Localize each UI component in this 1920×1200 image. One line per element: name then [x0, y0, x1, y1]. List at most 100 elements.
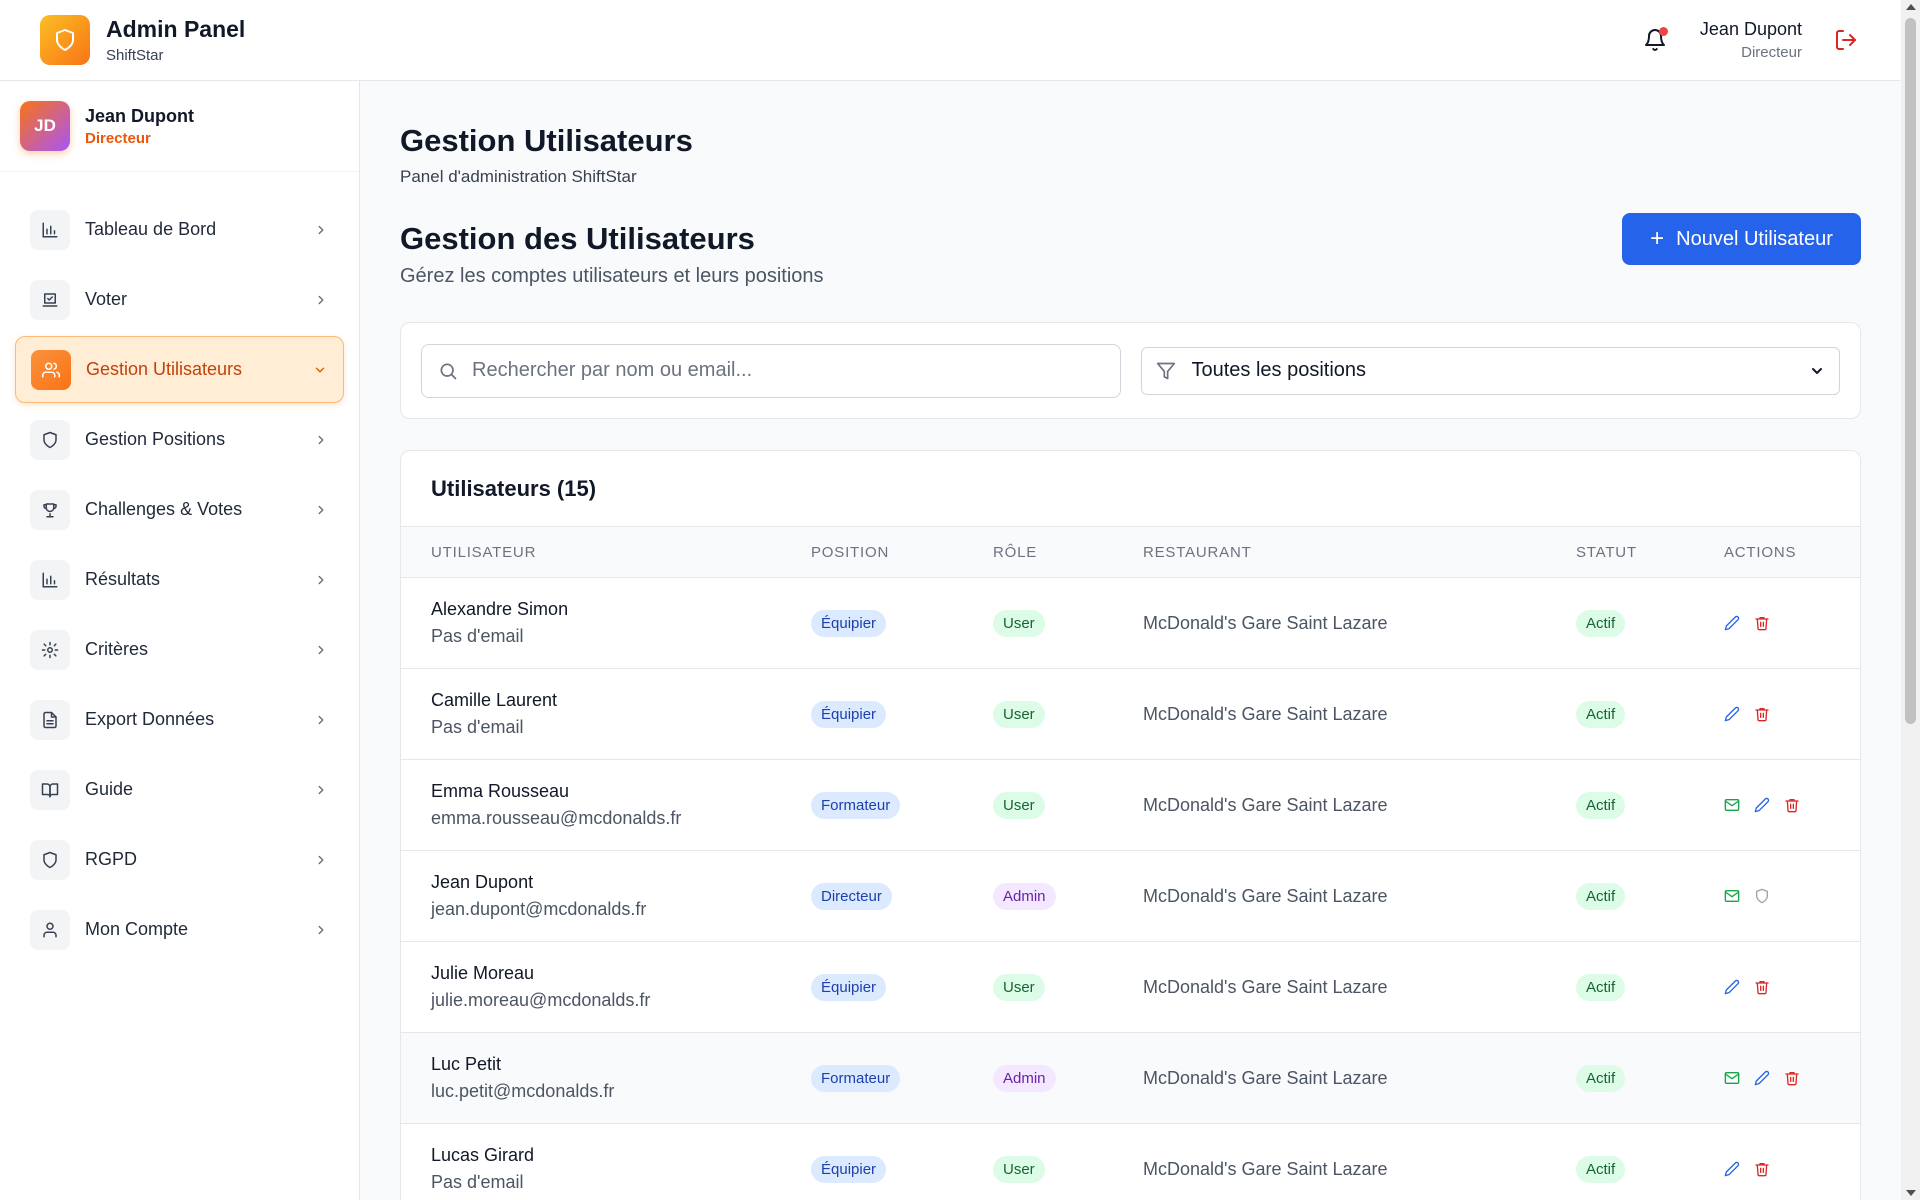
user-name: Camille Laurent: [431, 690, 558, 710]
sidebar-item-mon-compte[interactable]: Mon Compte: [15, 896, 344, 963]
actions-cell: [1724, 615, 1860, 631]
edit-button[interactable]: [1724, 706, 1740, 722]
sidebar-item-challenges-votes[interactable]: Challenges & Votes: [15, 476, 344, 543]
trash-icon: [1755, 981, 1769, 995]
chevron-right-icon: [313, 292, 329, 308]
delete-button[interactable]: [1754, 1161, 1770, 1177]
sidebar-item-label: Guide: [85, 779, 134, 799]
position-cell: Équipier: [811, 700, 993, 728]
column-header-position: POSITION: [811, 543, 890, 561]
position-cell: Équipier: [811, 1155, 993, 1183]
sidebar-item-gestion-utilisateurs[interactable]: Gestion Utilisateurs: [15, 336, 344, 403]
delete-button[interactable]: [1754, 979, 1770, 995]
pencil-icon: [1724, 979, 1740, 995]
user-email: jean.dupont@mcdonalds.fr: [431, 899, 647, 919]
position-badge: Équipier: [811, 973, 887, 1001]
delete-button[interactable]: [1754, 706, 1770, 722]
actions-cell: [1724, 706, 1860, 722]
status-badge: Actif: [1576, 609, 1626, 637]
profile-name: Jean Dupont: [85, 105, 195, 126]
chevron-down-icon: [1812, 367, 1822, 374]
sidebar-item-gestion-positions[interactable]: Gestion Positions: [15, 406, 344, 473]
sidebar-item-export-donnees[interactable]: Export Données: [15, 686, 344, 753]
edit-button[interactable]: [1754, 1070, 1770, 1086]
users-icon: [31, 349, 71, 390]
users-table: Utilisateurs (15) UTILISATEUR POSITION R…: [400, 450, 1861, 1200]
table-row: Jean Dupont jean.dupont@mcdonalds.fr Dir…: [401, 850, 1860, 941]
mail-icon: [1724, 1072, 1740, 1084]
user-cell: Lucas Girard Pas d'email: [431, 1145, 811, 1193]
edit-button[interactable]: [1754, 797, 1770, 813]
protected-user-indicator: [1754, 888, 1770, 904]
sidebar: JD Jean Dupont Directeur Tableau de Bord…: [0, 81, 360, 1200]
mail-button[interactable]: [1724, 797, 1740, 813]
mail-button[interactable]: [1724, 1070, 1740, 1086]
sidebar-item-label: RGPD: [85, 849, 138, 869]
status-cell: Actif: [1576, 1155, 1724, 1183]
table-row: Luc Petit luc.petit@mcdonalds.fr Formate…: [401, 1032, 1860, 1123]
pencil-icon: [1724, 615, 1740, 631]
sidebar-nav: Tableau de Bord Voter Gestion Utilisateu…: [0, 172, 359, 990]
edit-button[interactable]: [1724, 1161, 1740, 1177]
pencil-icon: [1754, 797, 1770, 813]
delete-button[interactable]: [1784, 1070, 1800, 1086]
page-scrollbar[interactable]: [1901, 0, 1920, 1200]
edit-button[interactable]: [1724, 615, 1740, 631]
chevron-right-icon: [313, 922, 329, 938]
chevron-right-icon: [313, 572, 329, 588]
edit-button[interactable]: [1724, 979, 1740, 995]
sidebar-item-criteres[interactable]: Critères: [15, 616, 344, 683]
actions-cell: [1724, 1161, 1860, 1177]
mail-button[interactable]: [1724, 888, 1740, 904]
position-filter-select[interactable]: Toutes les positions: [1140, 346, 1840, 395]
trash-icon: [1755, 617, 1769, 631]
sidebar-item-tableau-de-bord[interactable]: Tableau de Bord: [15, 196, 344, 263]
scroll-down-arrow-icon[interactable]: [1906, 1190, 1916, 1196]
role-badge: User: [993, 609, 1045, 637]
filter-icon: [1156, 362, 1175, 379]
new-user-button[interactable]: + Nouvel Utilisateur: [1622, 213, 1861, 265]
user-cell: Camille Laurent Pas d'email: [431, 690, 811, 738]
scrollbar-thumb[interactable]: [1905, 18, 1916, 724]
position-badge: Équipier: [811, 700, 887, 728]
scroll-up-arrow-icon[interactable]: [1906, 4, 1916, 10]
search-input[interactable]: [472, 359, 1092, 382]
section-heading: Gestion des Utilisateurs Gérez les compt…: [400, 221, 824, 288]
user-email: luc.petit@mcdonalds.fr: [431, 1081, 615, 1101]
chevron-right-icon: [313, 782, 329, 798]
user-email: emma.rousseau@mcdonalds.fr: [431, 808, 682, 828]
trash-icon: [1755, 708, 1769, 722]
table-row: Emma Rousseau emma.rousseau@mcdonalds.fr…: [401, 759, 1860, 850]
header-actions: Jean Dupont Directeur: [1640, 19, 1860, 61]
position-cell: Formateur: [811, 1064, 993, 1092]
sidebar-item-rgpd[interactable]: RGPD: [15, 826, 344, 893]
table-row: Lucas Girard Pas d'email Équipier User M…: [401, 1123, 1860, 1200]
section-subtitle: Gérez les comptes utilisateurs et leurs …: [400, 265, 824, 287]
page-title: Gestion Utilisateurs: [400, 123, 693, 158]
sidebar-item-label: Critères: [85, 639, 149, 659]
position-cell: Directeur: [811, 882, 993, 910]
table-row: Camille Laurent Pas d'email Équipier Use…: [401, 668, 1860, 759]
delete-button[interactable]: [1754, 615, 1770, 631]
role-badge: Admin: [993, 882, 1056, 910]
sidebar-item-label: Gestion Utilisateurs: [86, 359, 243, 379]
position-badge: Formateur: [811, 1064, 901, 1092]
user-cell: Luc Petit luc.petit@mcdonalds.fr: [431, 1054, 811, 1102]
role-badge: User: [993, 973, 1045, 1001]
sidebar-item-voter[interactable]: Voter: [15, 266, 344, 333]
delete-button[interactable]: [1784, 797, 1800, 813]
sidebar-item-guide[interactable]: Guide: [15, 756, 344, 823]
status-cell: Actif: [1576, 700, 1724, 728]
mail-icon: [1724, 890, 1740, 902]
sidebar-item-resultats[interactable]: Résultats: [15, 546, 344, 613]
file-text-icon: [30, 699, 70, 740]
position-cell: Formateur: [811, 791, 993, 819]
status-badge: Actif: [1576, 1064, 1626, 1092]
logout-button[interactable]: [1832, 26, 1860, 54]
chevron-right-icon: [313, 852, 329, 868]
profile-role: Directeur: [85, 129, 151, 147]
status-cell: Actif: [1576, 1064, 1724, 1092]
status-cell: Actif: [1576, 609, 1724, 637]
actions-cell: [1724, 888, 1860, 904]
notifications-button[interactable]: [1640, 25, 1670, 55]
